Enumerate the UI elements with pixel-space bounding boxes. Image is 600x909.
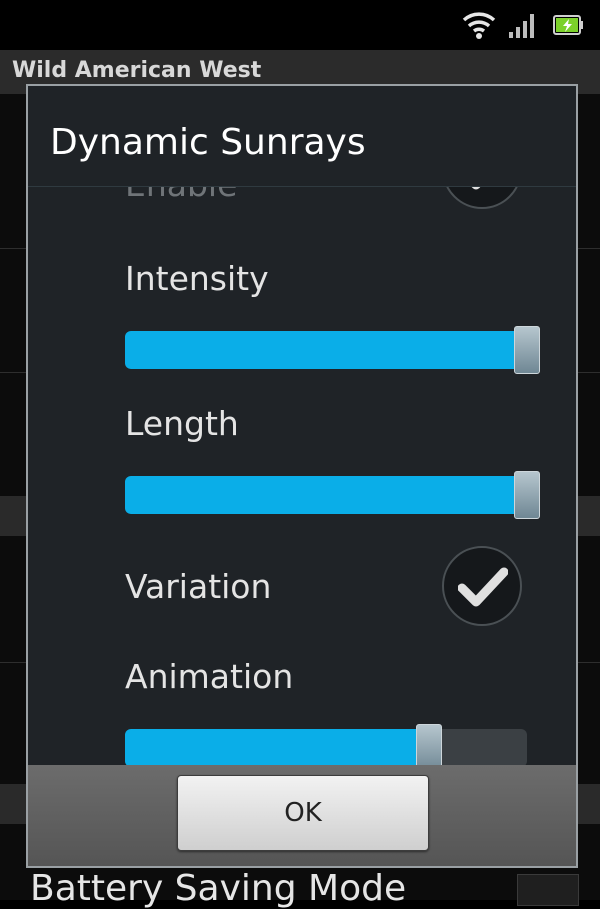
signal-icon [509,14,534,38]
length-slider[interactable] [125,476,527,514]
status-bar [0,0,600,50]
intensity-slider[interactable] [125,331,527,369]
battery-icon [553,15,583,35]
intensity-label: Intensity [125,259,269,298]
ok-button[interactable]: OK [177,775,429,851]
length-slider-fill [125,476,527,514]
enable-checkbox[interactable] [442,187,522,209]
variation-checkbox[interactable] [442,546,522,626]
variation-label: Variation [125,567,272,606]
dialog-button-bar: OK [28,765,576,866]
checkmark-icon [458,567,508,607]
dialog-title: Dynamic Sunrays [50,122,366,163]
dialog-title-bar: Dynamic Sunrays [28,86,576,187]
dialog-scroll-content[interactable]: Enable Intensity Length Variation Animat… [28,187,576,765]
animation-slider[interactable] [125,729,527,765]
animation-label: Animation [125,657,294,696]
wifi-icon [462,12,496,39]
intensity-slider-thumb[interactable] [514,326,540,374]
preference-dialog: Dynamic Sunrays Enable Intensity Length … [26,84,578,868]
app-title: Wild American West [12,58,262,83]
length-label: Length [125,404,239,443]
background-list-item-widget [517,874,579,906]
animation-slider-fill [125,729,429,765]
length-slider-thumb[interactable] [514,471,540,519]
intensity-slider-fill [125,331,527,369]
background-list-item-label: Battery Saving Mode [30,868,407,909]
animation-slider-thumb[interactable] [415,724,442,765]
enable-label: Enable [125,187,237,204]
checkmark-icon [471,187,481,190]
